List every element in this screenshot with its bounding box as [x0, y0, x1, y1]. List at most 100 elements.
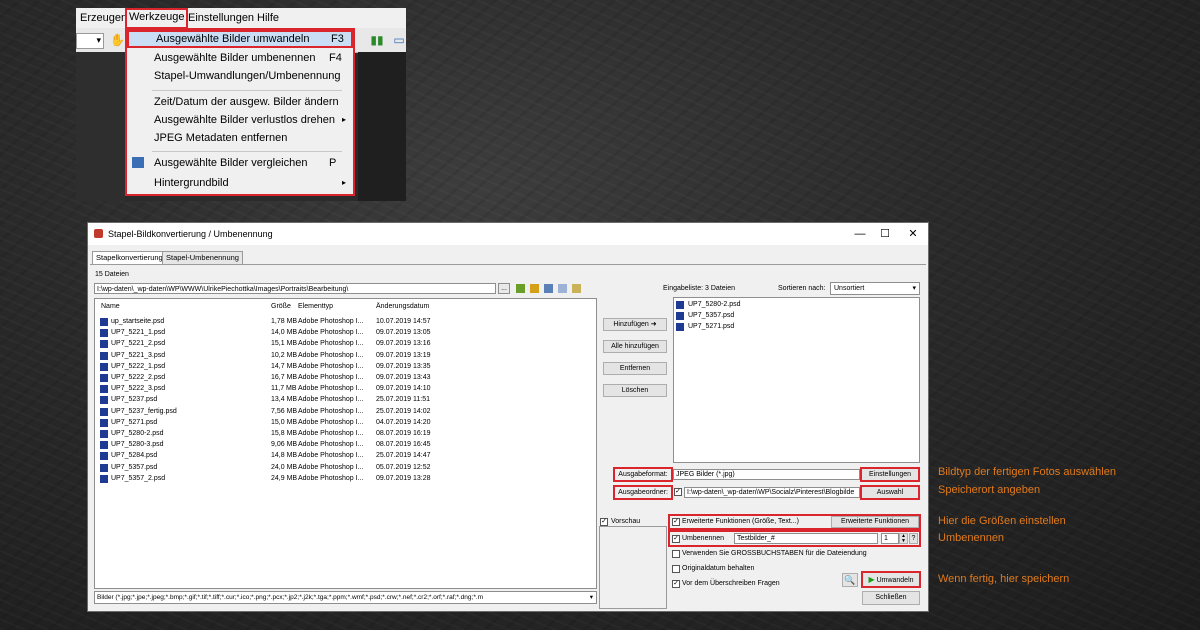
annotation-folder: Speicherort angeben: [938, 484, 1041, 496]
file-type: Adobe Photoshop I...: [298, 329, 364, 337]
menu-einstellungen[interactable]: Einstellungen: [188, 12, 254, 24]
monitor-icon[interactable]: ▭: [392, 33, 406, 47]
file-list[interactable]: Name Größe Elementtyp Änderungsdatum up_…: [94, 298, 597, 589]
file-size: 1,78 MB: [271, 318, 298, 325]
uppercase-checkbox[interactable]: [672, 550, 680, 558]
table-row[interactable]: UP7_5221_1.psd 14,0 MB Adobe Photoshop I..…: [95, 328, 595, 339]
ask-overwrite-checkbox[interactable]: ✓: [672, 580, 680, 588]
maximize-icon[interactable]: ☐: [875, 226, 895, 242]
tab-divider: [90, 264, 926, 265]
menu-hilfe[interactable]: Hilfe: [257, 12, 279, 24]
file-type: Adobe Photoshop I...: [298, 396, 364, 404]
file-date: 04.07.2019 14:20: [376, 418, 431, 426]
choose-folder-button[interactable]: Auswahl: [860, 485, 920, 500]
file-name: UP7_5357_2.psd: [111, 474, 166, 482]
rename-start-input[interactable]: 1: [881, 533, 899, 544]
table-row[interactable]: UP7_5357.psd 24,0 MB Adobe Photoshop I... 0…: [95, 463, 595, 474]
minimize-icon[interactable]: —: [850, 226, 870, 242]
table-row[interactable]: UP7_5271.psd 15,0 MB Adobe Photoshop I... 0…: [95, 418, 595, 429]
menu-erzeugen[interactable]: Erzeugen: [80, 12, 127, 24]
table-row[interactable]: UP7_5222_2.psd 16,7 MB Adobe Photoshop I..…: [95, 373, 595, 384]
keep-date-checkbox[interactable]: [672, 565, 680, 573]
folder-icon[interactable]: [530, 284, 539, 293]
settings-button[interactable]: Einstellungen: [860, 467, 920, 482]
rename-label: Umbenennen: [682, 535, 725, 542]
file-date: 25.07.2019 14:02: [376, 407, 431, 415]
menu-item-wallpaper[interactable]: Hintergrundbild ▸: [127, 174, 353, 192]
convert-button[interactable]: ▶ Umwandeln: [861, 571, 921, 588]
file-date: 25.07.2019 14:47: [376, 452, 431, 460]
menu-item-rename[interactable]: Ausgewählte Bilder umbenennen F4: [127, 49, 353, 67]
file-name: UP7_5222_3.psd: [111, 385, 166, 393]
add-all-button[interactable]: Alle hinzufügen: [603, 340, 667, 353]
output-folder-checkbox[interactable]: ✓: [674, 488, 682, 496]
table-row[interactable]: UP7_5222_1.psd 14,7 MB Adobe Photoshop I..…: [95, 362, 595, 373]
table-row[interactable]: UP7_5221_2.psd 15,1 MB Adobe Photoshop I..…: [95, 339, 595, 350]
table-row[interactable]: UP7_5280-3.psd 9,06 MB Adobe Photoshop I..…: [95, 440, 595, 451]
path-input[interactable]: I:\wp-daten\_wp-daten\WP\WWW\UlrikePiech…: [94, 283, 496, 294]
toolbar-combo[interactable]: [76, 33, 104, 49]
psd-file-icon: [676, 312, 684, 320]
menu-item-batch[interactable]: Stapel-Umwandlungen/Umbenennung: [127, 67, 353, 85]
tab-batch-convert[interactable]: Stapelkonvertierung: [92, 251, 167, 265]
add-button[interactable]: Hinzufügen ➜: [603, 318, 667, 331]
menu-item-rotate[interactable]: Ausgewählte Bilder verlustlos drehen ▸: [127, 111, 353, 129]
close-icon[interactable]: ✕: [903, 226, 923, 242]
menu-item-compare[interactable]: Ausgewählte Bilder vergleichen P: [127, 154, 353, 172]
compare-toolbar-icon[interactable]: ▮▮: [370, 33, 384, 47]
advanced-checkbox[interactable]: ✓: [672, 518, 680, 526]
folder-up-icon[interactable]: [516, 284, 525, 293]
file-name: UP7_5221_3.psd: [111, 351, 166, 359]
rename-help-button[interactable]: ?: [909, 533, 918, 544]
file-name: UP7_5237.psd: [111, 396, 158, 404]
view-list-icon[interactable]: [558, 284, 567, 293]
psd-file-icon: [100, 318, 108, 326]
table-row[interactable]: UP7_5237.psd 13,4 MB Adobe Photoshop I... 2…: [95, 395, 595, 406]
menu-werkzeuge[interactable]: Werkzeuge: [125, 8, 189, 29]
file-date: 08.07.2019 16:45: [376, 441, 431, 449]
menu-item-date[interactable]: Zeit/Datum der ausgew. Bilder ändern: [127, 93, 353, 111]
file-size: 14,8 MB: [271, 452, 298, 460]
view-thumbs-icon[interactable]: [544, 284, 553, 293]
hand-icon[interactable]: ✋: [110, 33, 125, 47]
menu-item-jpeg-meta[interactable]: JPEG Metadaten entfernen: [127, 129, 353, 147]
preview-checkbox[interactable]: ✓: [600, 518, 608, 526]
file-type: Adobe Photoshop I...: [298, 474, 364, 482]
file-type: Adobe Photoshop I...: [298, 340, 364, 348]
viewer-area-right: [358, 52, 406, 201]
remove-button[interactable]: Entfernen: [603, 362, 667, 375]
file-size: 7,56 MB: [271, 407, 298, 415]
rename-pattern-select[interactable]: Testbilder_#: [734, 533, 878, 544]
start-stepper[interactable]: ▲ ▼: [899, 533, 908, 544]
preview-file-icon[interactable]: 🔍: [842, 573, 858, 587]
table-row[interactable]: UP7_5357_2.psd 24,9 MB Adobe Photoshop I..…: [95, 474, 595, 485]
file-filter-select[interactable]: Bilder (*.jpg;*.jpe;*.jpeg;*.bmp;*.gif;*…: [94, 591, 597, 604]
table-row[interactable]: UP7_5237_fertig.psd 7,56 MB Adobe Photosho…: [95, 407, 595, 418]
delete-button[interactable]: Löschen: [603, 384, 667, 397]
output-format-select[interactable]: JPEG Bilder (*.jpg): [673, 469, 860, 480]
view-details-icon[interactable]: [572, 284, 581, 293]
table-row[interactable]: UP7_5221_3.psd 10,2 MB Adobe Photoshop I..…: [95, 351, 595, 362]
tab-batch-rename[interactable]: Stapel-Umbenennung: [162, 251, 243, 264]
table-row[interactable]: UP7_5222_3.psd 11,7 MB Adobe Photoshop I..…: [95, 384, 595, 395]
output-folder-input[interactable]: I:\wp-daten\_wp-daten\WP\Socialz\Pintere…: [684, 487, 860, 498]
close-button[interactable]: Schließen: [862, 591, 920, 605]
col-size[interactable]: Größe: [271, 303, 291, 310]
file-size: 15,0 MB: [271, 418, 298, 426]
col-date[interactable]: Änderungsdatum: [376, 303, 429, 310]
col-type[interactable]: Elementtyp: [298, 303, 333, 310]
advanced-button[interactable]: Erweiterte Funktionen: [831, 516, 919, 528]
browse-button[interactable]: ...: [498, 283, 510, 294]
sort-select[interactable]: Unsortiert: [830, 282, 920, 295]
menu-item-convert[interactable]: Ausgewählte Bilder umwandeln F3: [127, 30, 353, 48]
psd-file-icon: [100, 430, 108, 438]
compare-icon: [132, 157, 144, 168]
psd-file-icon: [100, 441, 108, 450]
table-row[interactable]: up_startseite.psd 1,78 MB Adobe Photoshop …: [95, 317, 595, 328]
table-row[interactable]: UP7_5280-2.psd 15,8 MB Adobe Photoshop I..…: [95, 429, 595, 440]
table-row[interactable]: UP7_5284.psd 14,8 MB Adobe Photoshop I... 2…: [95, 451, 595, 462]
rename-checkbox[interactable]: ✓: [672, 535, 680, 543]
input-list[interactable]: UP7_5280-2.psd UP7_5357.psd UP7_5271.psd: [673, 297, 920, 463]
psd-file-icon: [100, 452, 108, 461]
col-name[interactable]: Name: [101, 303, 120, 310]
